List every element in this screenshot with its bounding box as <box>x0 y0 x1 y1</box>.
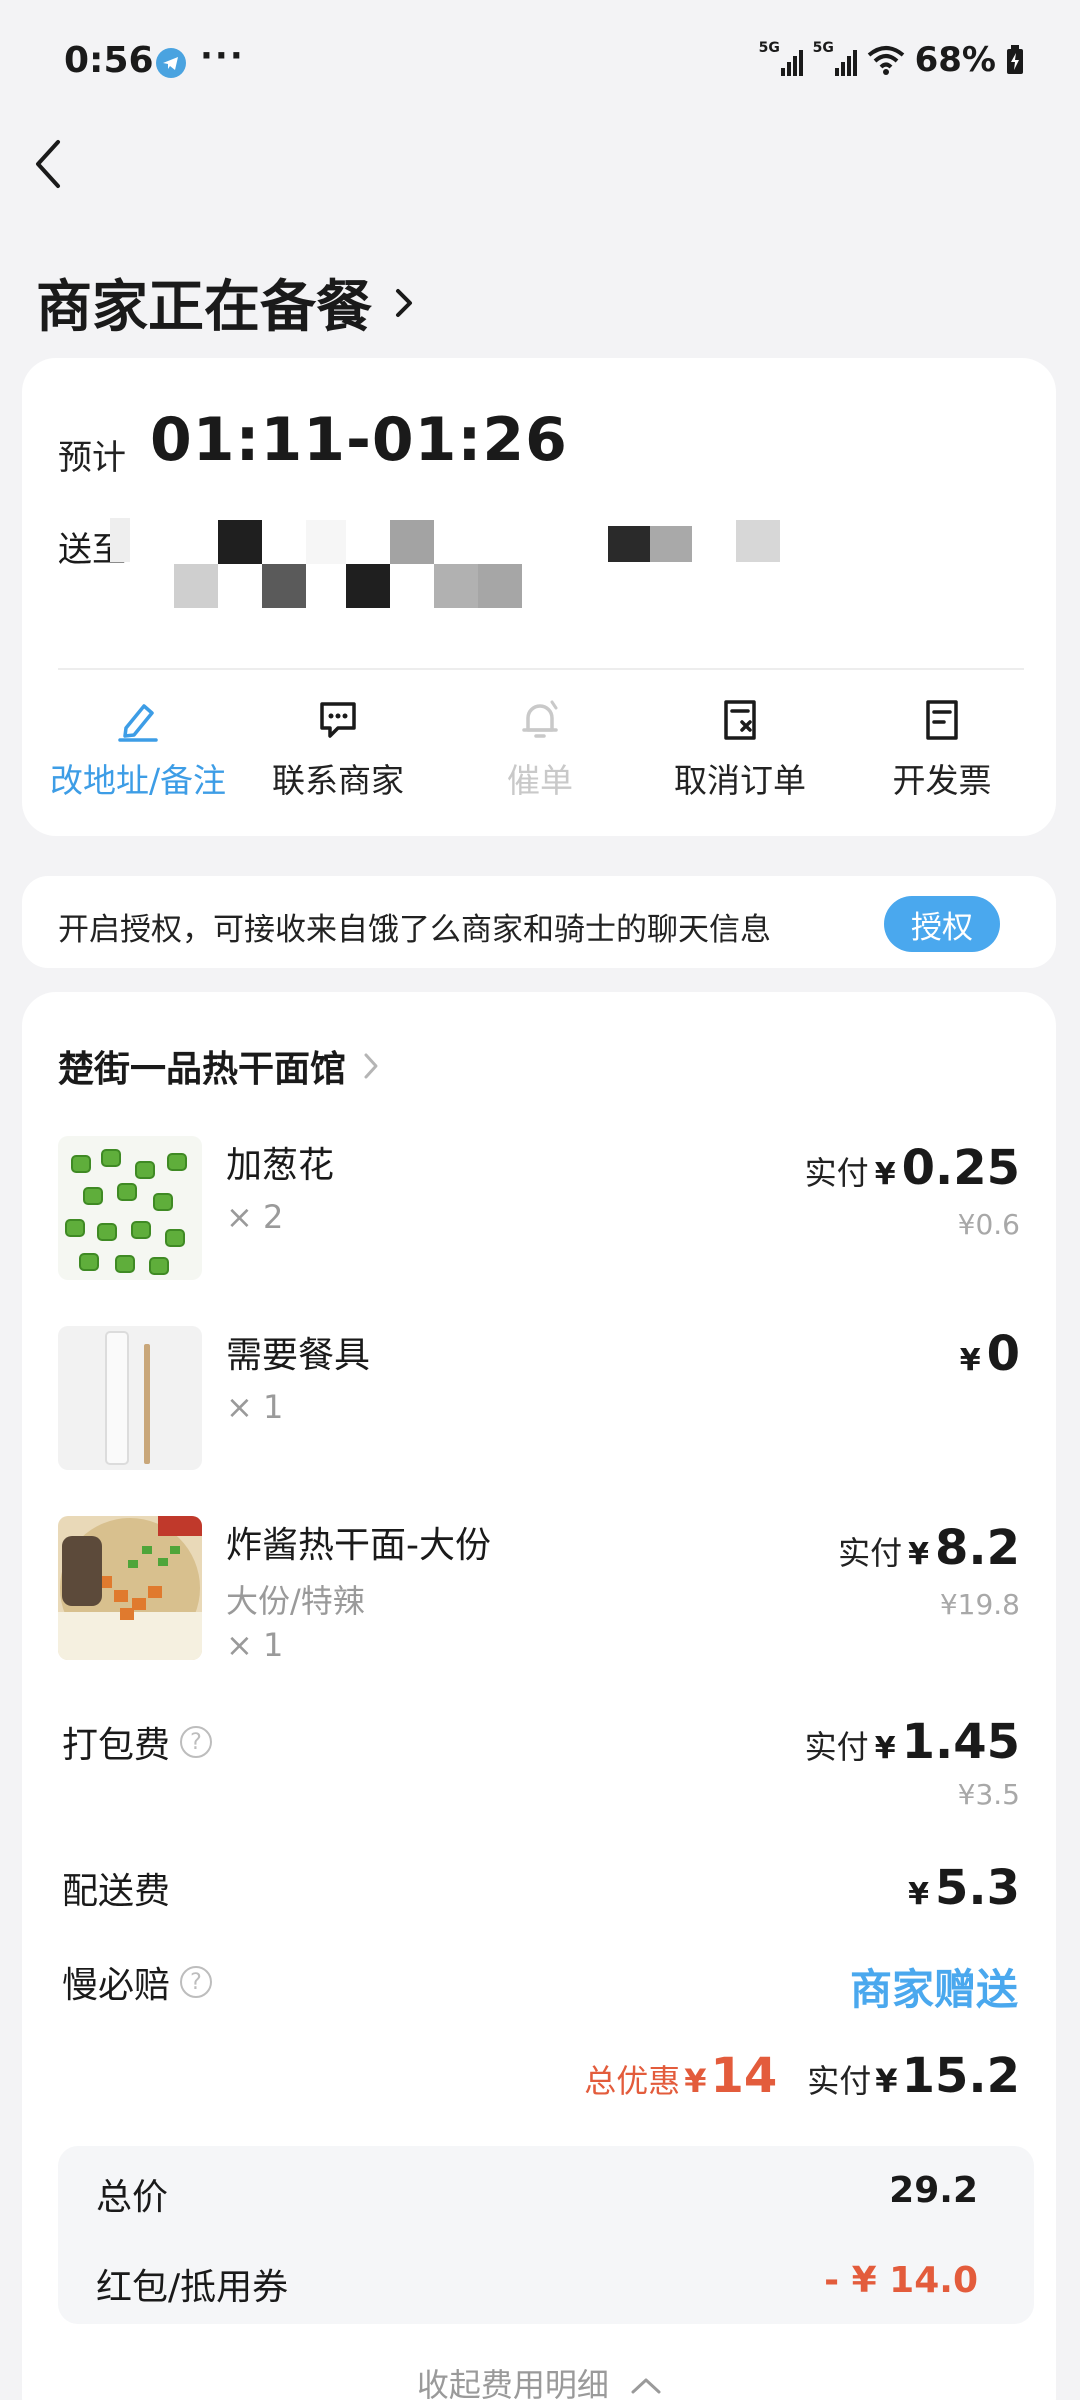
currency: ¥ <box>874 1731 896 1766</box>
item-price: 实付 ¥ 0.25 <box>805 1140 1020 1196</box>
battery-charging-icon <box>1007 45 1023 74</box>
price-value: 1.45 <box>901 1714 1020 1770</box>
currency: ¥ <box>874 1157 896 1192</box>
paid-currency: ¥ <box>875 2062 898 2100</box>
battery-percent: 68% <box>914 40 996 80</box>
item-name: 需要餐具 <box>226 1335 371 1376</box>
bell-icon <box>522 700 558 738</box>
edit-pen-icon <box>118 704 158 742</box>
signal-tag: 5G <box>758 40 780 56</box>
status-indicators: 5G 5G 68% <box>759 40 1024 80</box>
invoice-button[interactable]: 开发票 <box>842 698 1042 802</box>
packing-fee-label: 打包费 ? <box>62 1716 213 1768</box>
price-value: 8.2 <box>934 1520 1020 1576</box>
original-price: ¥3.5 <box>957 1778 1020 1811</box>
urge-order-button[interactable]: 催单 <box>440 698 640 802</box>
address-redacted-mosaic <box>110 518 780 608</box>
action-label: 改地址/备注 <box>49 761 227 800</box>
collapse-label: 收起费用明细 <box>416 2366 609 2400</box>
currency: ¥ <box>959 1343 981 1378</box>
card-divider <box>58 668 1024 670</box>
shop-link[interactable]: 楚街一品热干面馆 <box>58 1040 380 1092</box>
telegram-icon <box>156 48 186 78</box>
total-label: 总价 <box>96 2177 169 2218</box>
item-image-noodles[interactable] <box>58 1516 202 1660</box>
delivery-fee-price: ¥ 5.3 <box>908 1860 1020 1916</box>
item-quantity: × 1 <box>226 1388 284 1426</box>
chevron-left-icon <box>36 140 60 188</box>
edit-address-button[interactable]: 改地址/备注 <box>38 698 238 802</box>
eta-label: 预计 <box>58 438 126 478</box>
cancel-doc-icon <box>724 700 756 740</box>
paid-label: 实付 <box>807 2062 872 2100</box>
invoice-icon <box>926 700 958 740</box>
item-name: 加葱花 <box>226 1145 335 1186</box>
more-notifications-icon: ··· <box>200 36 245 76</box>
action-label: 取消订单 <box>674 761 806 800</box>
total-value: 29.2 <box>889 2170 978 2211</box>
action-label: 联系商家 <box>272 761 404 800</box>
discount-value: 14 <box>710 2048 778 2104</box>
chevron-right-icon <box>396 288 412 317</box>
help-icon[interactable]: ? <box>180 1726 213 1758</box>
discount-currency: ¥ <box>684 2062 707 2100</box>
signal-icon: 5G <box>813 40 857 76</box>
pay-label: 实付 <box>838 1534 903 1572</box>
pay-label: 实付 <box>804 1728 869 1766</box>
action-label: 催单 <box>507 761 573 800</box>
eta-time: 01:11-01:26 <box>150 405 568 475</box>
late-compensation-label: 慢必赔 ? <box>62 1956 213 2008</box>
discount-label: 总优惠 <box>584 2062 681 2100</box>
item-spec: 大份/特辣 <box>226 1582 365 1620</box>
coupon-value: - ¥ 14.0 <box>824 2260 978 2301</box>
item-price: ¥ 0 <box>960 1326 1020 1382</box>
merchant-gift-value: 商家赠送 <box>849 1965 1018 2014</box>
page-title: 商家正在备餐 <box>36 275 372 340</box>
item-image-scallion[interactable] <box>58 1136 202 1280</box>
chat-icon <box>320 702 356 738</box>
original-price: ¥0.6 <box>957 1208 1020 1241</box>
collapse-fee-details-button[interactable]: 收起费用明细 <box>0 2360 1080 2400</box>
item-image-utensils[interactable] <box>58 1326 202 1470</box>
status-time: 0:56 <box>64 40 154 81</box>
wifi-icon <box>867 46 904 75</box>
signal-icon: 5G <box>759 40 803 76</box>
help-icon[interactable]: ? <box>180 1966 213 1998</box>
coupon-label: 红包/抵用券 <box>96 2267 289 2308</box>
price-value: 5.3 <box>934 1860 1020 1916</box>
fee-name: 慢必赔 <box>62 1965 171 2006</box>
delivery-fee-label: 配送费 <box>62 1862 170 1914</box>
price-value: 0 <box>986 1326 1020 1382</box>
pay-label: 实付 <box>804 1154 869 1192</box>
fee-name: 打包费 <box>62 1725 171 1766</box>
action-label: 开发票 <box>892 761 992 800</box>
contact-merchant-button[interactable]: 联系商家 <box>238 698 438 802</box>
item-quantity: × 2 <box>226 1198 284 1236</box>
auth-text: 开启授权，可接收来自饿了么商家和骑士的聊天信息 <box>58 912 771 948</box>
original-price: ¥19.8 <box>939 1588 1020 1621</box>
paid-value: 15.2 <box>901 2048 1020 2104</box>
currency: ¥ <box>908 1877 929 1912</box>
cancel-order-button[interactable]: 取消订单 <box>640 698 840 802</box>
chevron-up-icon <box>631 2378 661 2394</box>
fee-name: 配送费 <box>62 1871 171 1912</box>
price-value: 0.25 <box>901 1140 1020 1196</box>
order-status-title[interactable]: 商家正在备餐 <box>36 262 416 343</box>
currency: ¥ <box>908 1537 929 1572</box>
packing-fee-price: 实付 ¥ 1.45 <box>805 1714 1020 1770</box>
authorize-button[interactable]: 授权 <box>884 896 1000 952</box>
back-button[interactable] <box>28 136 68 192</box>
chevron-right-icon <box>364 1053 378 1079</box>
order-summary: 总优惠 ¥ 14 实付 ¥ 15.2 <box>584 2048 1020 2104</box>
item-name: 炸酱热干面-大份 <box>226 1525 491 1566</box>
shop-name: 楚街一品热干面馆 <box>58 1049 347 1090</box>
item-quantity: × 1 <box>226 1626 284 1664</box>
signal-tag: 5G <box>812 40 834 56</box>
item-price: 实付 ¥ 8.2 <box>838 1520 1020 1576</box>
